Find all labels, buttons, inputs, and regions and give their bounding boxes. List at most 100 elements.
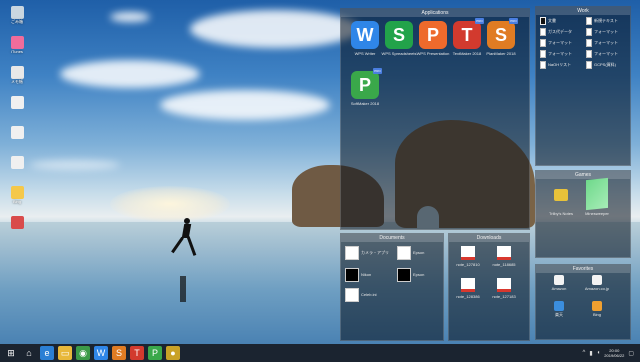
desktop-icon[interactable]	[4, 126, 30, 139]
app-tile[interactable]: P	[419, 21, 447, 49]
edge-icon[interactable]: e	[40, 346, 54, 360]
taskbar: ⊞ ⌂ e ▭ ◉ W S T P ● ^ ▮ ◖ 20:00 2019/06/22 ▢	[0, 344, 640, 362]
taskbar-glyph: ▭	[60, 347, 70, 358]
fence-title: Games	[536, 171, 630, 179]
calculator-icon[interactable]	[345, 246, 359, 260]
start-icon[interactable]: ⊞	[4, 346, 18, 360]
network-icon[interactable]: ▮	[589, 350, 592, 357]
desktop-icon-label: ごみ箱	[11, 19, 23, 24]
bing-icon[interactable]	[592, 301, 602, 311]
app-tile[interactable]: S	[385, 21, 413, 49]
applications-fence[interactable]: Applications W WPS Writer S WPS Spreadsheet…	[340, 8, 530, 230]
games-fence[interactable]: Games Trilby's Notes Minesweeper	[535, 170, 631, 258]
document-icon	[10, 96, 24, 109]
home-icon[interactable]: ⌂	[22, 346, 36, 360]
desktop-icon[interactable]: メモ帳	[4, 66, 30, 84]
app-icon[interactable]: ●	[166, 346, 180, 360]
document-label: Epson	[413, 250, 425, 255]
work-item-label: 新規テキスト	[594, 18, 618, 23]
taskbar-glyph: ⌂	[26, 348, 32, 358]
desktop-icon[interactable]: ごみ箱	[4, 6, 30, 24]
work-item[interactable]: 文書	[540, 17, 556, 25]
downloads-fence[interactable]: Downloads note_127810 note_118685 note_128…	[448, 233, 530, 341]
pdf-icon[interactable]	[461, 246, 475, 260]
work-item-label: GCPS(資料)	[594, 62, 616, 67]
work-item-label: フォーマット	[594, 51, 618, 56]
fence-title: Work	[536, 7, 630, 15]
document-icon	[586, 50, 592, 58]
app-letter: S	[392, 25, 405, 45]
calculator-icon[interactable]	[345, 288, 359, 302]
app-tile[interactable]: T PRO	[453, 18, 484, 49]
work-fence[interactable]: Work 文書 新規テキスト ガス代データ フォーマット フォーマット フォーマット フォー…	[535, 6, 631, 166]
globe-icon[interactable]	[554, 301, 564, 311]
document-icon	[586, 17, 592, 25]
app-tile[interactable]: W	[351, 21, 379, 49]
desktop-icon[interactable]: Bing	[4, 186, 30, 204]
work-item[interactable]: フォーマット	[586, 39, 618, 47]
work-item[interactable]: ガス代データ	[540, 28, 572, 36]
app-icon[interactable]	[397, 268, 411, 282]
document-icon	[540, 50, 546, 58]
folder-icon[interactable]: ▭	[58, 346, 72, 360]
work-item-label: ガス代データ	[548, 29, 572, 34]
presentation-icon[interactable]: P	[148, 346, 162, 360]
tray-chevron-icon[interactable]: ^	[583, 350, 586, 356]
app-label: PlanMaker 2018	[486, 51, 516, 56]
chrome-icon[interactable]: ◉	[76, 346, 90, 360]
taskbar-glyph: ◉	[79, 347, 87, 358]
desktop-icon[interactable]	[4, 96, 30, 109]
taskbar-glyph: S	[115, 348, 122, 358]
favorite-label: 楽天	[555, 312, 563, 317]
fence-title: Downloads	[449, 234, 529, 242]
app-tile[interactable]: S PRO	[487, 18, 518, 49]
clock[interactable]: 20:00 2019/06/22	[604, 348, 624, 358]
fence-title: Documents	[341, 234, 443, 242]
app-label: WPS Spreadsheets	[381, 51, 417, 56]
sun-glow	[110, 186, 230, 222]
app-letter: P	[426, 25, 439, 45]
work-item-label: NaOHリスト	[548, 62, 572, 67]
textmaker-icon[interactable]: T	[130, 346, 144, 360]
minesweeper-icon[interactable]	[586, 177, 608, 211]
amazon-icon[interactable]	[592, 275, 602, 285]
wps-writer-icon[interactable]: W	[94, 346, 108, 360]
desktop-icon-label: Bing	[12, 199, 21, 204]
pdf-icon[interactable]	[497, 278, 511, 292]
download-label: note_127810	[456, 262, 480, 267]
app-letter: S	[494, 25, 507, 45]
work-item[interactable]: フォーマット	[586, 28, 618, 36]
game-icon[interactable]	[554, 189, 568, 201]
recycle-bin-icon	[10, 6, 24, 19]
favorites-fence[interactable]: Favorites Amazon Amazon.co.jp 楽天 Bing	[535, 264, 631, 340]
work-item[interactable]: GCPS(資料)	[586, 61, 616, 69]
desktop-icon[interactable]	[4, 216, 30, 229]
app-label: SoftMaker 2018	[350, 101, 380, 106]
notification-icon[interactable]: ▢	[628, 350, 634, 357]
pdf-icon[interactable]	[461, 278, 475, 292]
documents-fence[interactable]: Documents カメラ・アプリ Epson Nikon Epson Celeb.in…	[340, 233, 444, 341]
document-label: Epson	[413, 272, 425, 277]
app-label: WPS Presentation	[416, 51, 450, 56]
calculator-icon[interactable]	[397, 246, 411, 260]
work-item-label: フォーマット	[594, 40, 618, 45]
work-item[interactable]: フォーマット	[540, 39, 572, 47]
itunes-icon	[10, 36, 24, 49]
work-item[interactable]: フォーマット	[540, 50, 572, 58]
volume-icon[interactable]: ◖	[597, 350, 601, 356]
softmaker-icon[interactable]: S	[112, 346, 126, 360]
desktop-icon[interactable]: iTunes	[4, 36, 30, 54]
pro-badge: PRO	[509, 18, 518, 24]
app-tile[interactable]: P PRO	[351, 68, 382, 99]
amazon-icon[interactable]	[554, 275, 564, 285]
desktop-icon-label: iTunes	[11, 49, 23, 54]
work-item[interactable]: NaOHリスト	[540, 61, 571, 69]
app-icon[interactable]	[345, 268, 359, 282]
document-icon	[10, 156, 24, 169]
taskbar-glyph: ⊞	[7, 347, 15, 358]
work-item[interactable]: 新規テキスト	[586, 17, 618, 25]
desktop-icon[interactable]	[4, 156, 30, 169]
app-letter: P	[358, 75, 371, 95]
pdf-icon[interactable]	[497, 246, 511, 260]
work-item[interactable]: フォーマット	[586, 50, 618, 58]
